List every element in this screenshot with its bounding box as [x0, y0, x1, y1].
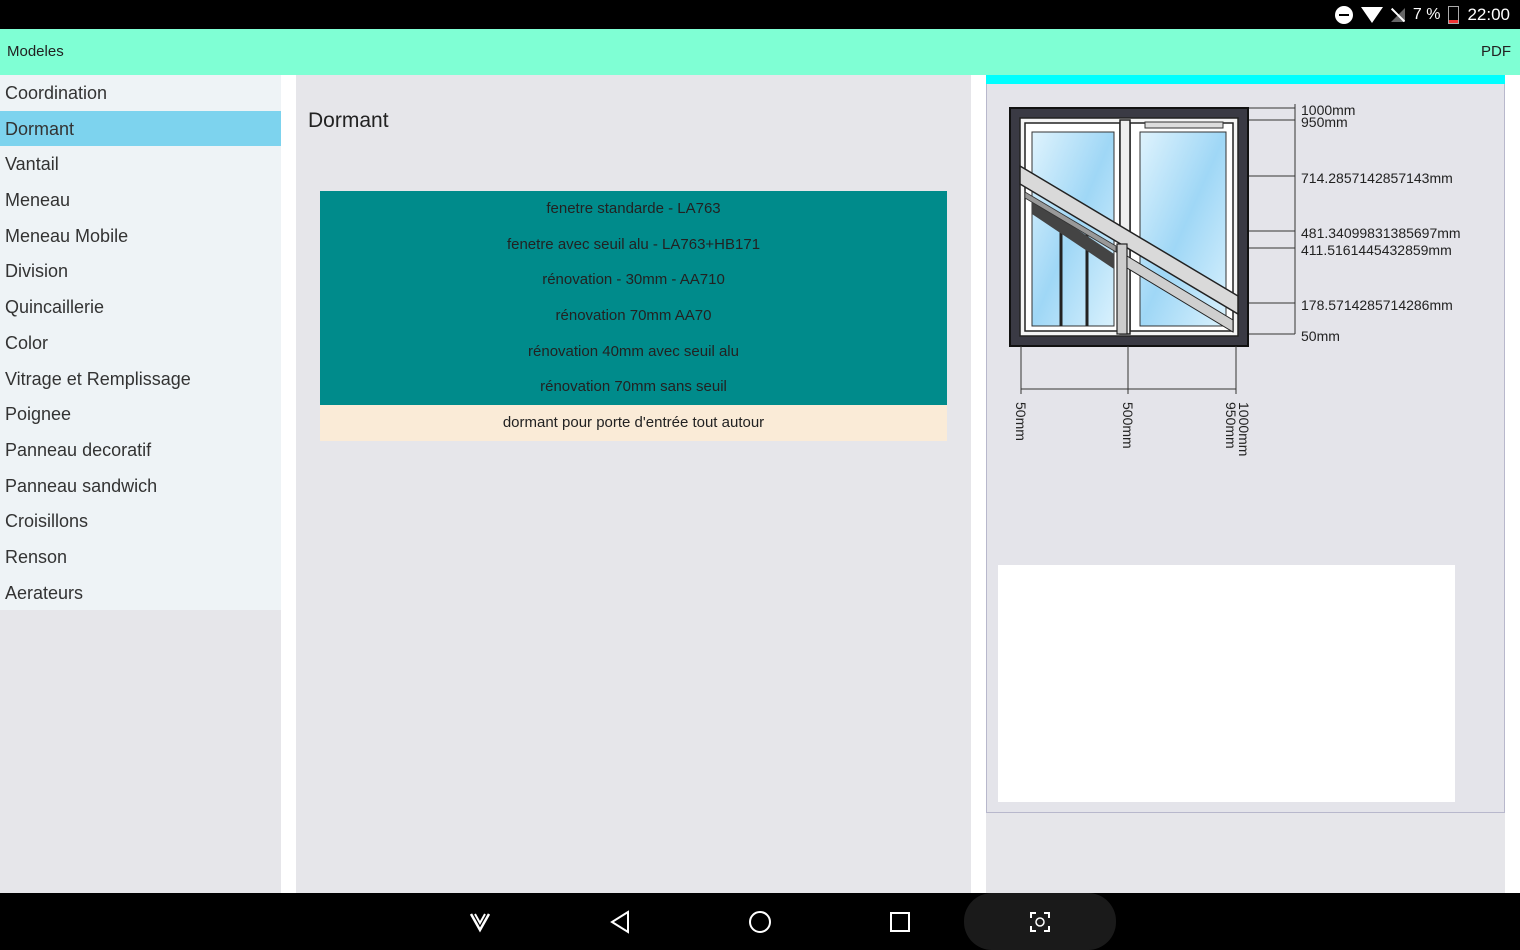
dim-label: 178.5714285714286mm — [1301, 297, 1453, 313]
preview-blank-area — [998, 565, 1455, 802]
do-not-disturb-icon — [1334, 5, 1353, 24]
preview-panel: 1000mm 950mm 714.2857142857143mm 481.340998… — [986, 75, 1520, 893]
dim-label: 50mm — [1301, 328, 1340, 344]
battery-percent: 7 % — [1412, 5, 1441, 23]
sidebar: Coordination Dormant Vantail Meneau Meneau M… — [0, 75, 281, 893]
preview-card: 1000mm 950mm 714.2857142857143mm 481.340998… — [986, 84, 1505, 813]
option-item[interactable]: rénovation 40mm avec seuil alu — [320, 333, 947, 370]
clock: 22:00 — [1467, 4, 1510, 24]
option-list: fenetre standarde - LA763 fenetre avec se… — [320, 191, 947, 441]
accent-bar — [986, 75, 1520, 84]
sidebar-item-color[interactable]: Color — [0, 325, 281, 361]
sidebar-item-vantail[interactable]: Vantail — [0, 146, 281, 182]
wifi-icon — [1360, 6, 1383, 23]
panel-divider — [281, 75, 296, 893]
sidebar-item-panneau-decoratif[interactable]: Panneau decoratif — [0, 432, 281, 468]
status-bar: 7 % 22:00 — [0, 0, 1520, 29]
vertical-dim-ticks — [1249, 107, 1295, 335]
sidebar-item-poignee[interactable]: Poignee — [0, 396, 281, 432]
option-item[interactable]: fenetre standarde - LA763 — [320, 191, 947, 227]
models-link[interactable]: Modeles — [7, 43, 64, 60]
sidebar-item-croisillons[interactable]: Croisillons — [0, 503, 281, 539]
horizontal-dim-ticks — [1020, 346, 1237, 394]
sidebar-item-meneau-mobile[interactable]: Meneau Mobile — [0, 218, 281, 254]
option-item[interactable]: rénovation 70mm AA70 — [320, 298, 947, 334]
app-bar: Modeles PDF — [0, 29, 1520, 75]
panel-divider — [971, 75, 986, 893]
option-item[interactable]: dormant pour porte d'entrée tout autour — [320, 405, 947, 441]
section-title: Dormant — [308, 109, 389, 132]
option-item[interactable]: rénovation 70mm sans seuil — [320, 369, 947, 406]
no-signal-icon — [1390, 7, 1405, 22]
dim-label: 950mm — [1301, 114, 1348, 130]
sidebar-item-panneau-sandwich[interactable]: Panneau sandwich — [0, 468, 281, 504]
dim-label: 500mm — [1120, 402, 1136, 449]
pdf-button[interactable]: PDF — [1481, 43, 1511, 60]
vent-slot — [1144, 121, 1224, 129]
sidebar-item-division[interactable]: Division — [0, 253, 281, 289]
vertical-dim-labels: 1000mm950mm714.2857142857143mm481.340998… — [1301, 102, 1461, 344]
home-icon[interactable] — [740, 893, 780, 950]
sidebar-item-aerateurs[interactable]: Aerateurs — [0, 575, 281, 611]
option-item[interactable]: rénovation - 30mm - AA710 — [320, 262, 947, 299]
nav-bar — [0, 893, 1520, 950]
sidebar-item-quincaillerie[interactable]: Quincaillerie — [0, 289, 281, 325]
recents-icon[interactable] — [880, 893, 920, 950]
dim-label: 411.5161445432859mm — [1301, 242, 1452, 258]
dim-label: 950mm — [1223, 402, 1239, 449]
back-icon[interactable] — [600, 893, 640, 950]
dim-label: 50mm — [1013, 402, 1029, 441]
sidebar-item-meneau[interactable]: Meneau — [0, 182, 281, 218]
screenshot-icon[interactable] — [1020, 893, 1060, 950]
sidebar-list: Coordination Dormant Vantail Meneau Meneau M… — [0, 75, 281, 611]
main-panel: Dormant fenetre standarde - LA763 fenetre… — [296, 75, 971, 893]
sidebar-item-vitrage-et-remplissage[interactable]: Vitrage et Remplissage — [0, 361, 281, 397]
lower-post — [1116, 243, 1128, 335]
dim-label: 481.34099831385697mm — [1301, 225, 1461, 241]
sidebar-item-coordination[interactable]: Coordination — [0, 75, 281, 111]
battery-icon — [1448, 5, 1460, 24]
sidebar-item-dormant[interactable]: Dormant — [0, 110, 281, 147]
keyboard-hide-icon[interactable] — [460, 893, 500, 950]
right-margin — [1505, 75, 1520, 893]
sidebar-item-renson[interactable]: Renson — [0, 539, 281, 575]
horizontal-dim-labels: 50mm 500mm 1000mm950mm — [1013, 402, 1252, 456]
window-drawing: 1000mm950mm714.2857142857143mm481.340998… — [1009, 102, 1461, 456]
dim-label: 714.2857142857143mm — [1301, 170, 1453, 186]
option-item[interactable]: fenetre avec seuil alu - LA763+HB171 — [320, 226, 947, 263]
